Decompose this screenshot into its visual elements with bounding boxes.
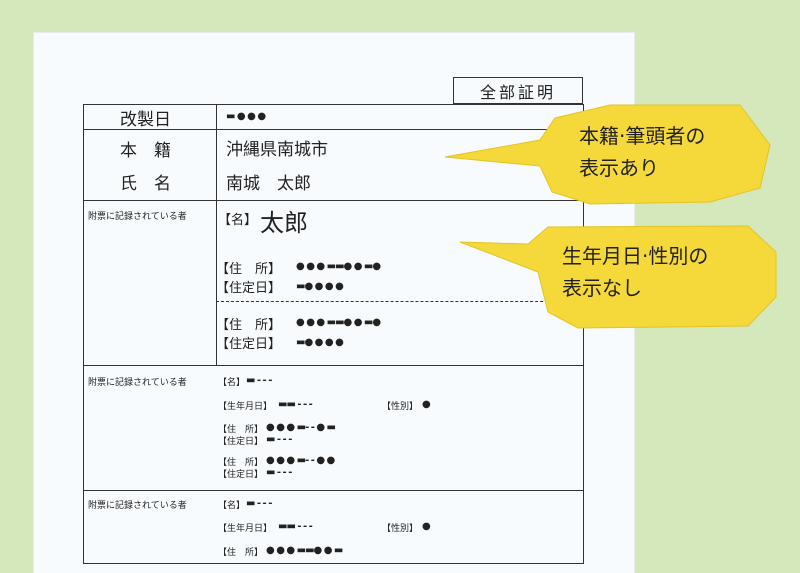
row-divider bbox=[84, 490, 583, 491]
person1-name-label: 【名】 bbox=[218, 213, 258, 228]
person3-address-label: 【住 所】 bbox=[218, 548, 264, 558]
person2-name-value: ▬ ‐ ‐ ‐ bbox=[246, 375, 272, 386]
revision-date-label: 改製日 bbox=[120, 110, 171, 130]
callout-bottom-line1: 生年月日·性別の bbox=[562, 244, 709, 268]
honseki-label: 本 籍 bbox=[120, 141, 171, 161]
person2-date2-label: 【住定日】 bbox=[218, 470, 264, 480]
callout-text-bottom: 生年月日·性別の 表示なし bbox=[562, 240, 708, 304]
person1-address2-value: ● ● ● ▬▬● ● ▬● bbox=[296, 317, 381, 328]
person2-address-value: ● ● ● ▬‐ ‐ ● ▬ bbox=[266, 422, 336, 433]
person2-date-value: ▬ ‐ ‐ ‐ bbox=[266, 434, 292, 445]
person2-birth-value: ▬▬ ‐ ‐ ‐ bbox=[278, 399, 313, 410]
certificate-type-label: 全部証明 bbox=[479, 82, 556, 102]
person3-birth-value: ▬▬ ‐ ‐ ‐ bbox=[278, 521, 313, 532]
person1-date2-value: ▬● ● ● ● bbox=[296, 337, 344, 348]
person3-sex-value: ● bbox=[422, 521, 431, 532]
callout-top-line2: 表示あり bbox=[579, 156, 659, 180]
person3-address-value: ● ● ● ▬▬● ● ▬ bbox=[266, 545, 343, 556]
fuhyo-person-label: 附票に記録されている者 bbox=[88, 378, 187, 388]
person2-birth-label: 【生年月日】 bbox=[218, 402, 273, 412]
person2-date2-value: ▬ ‐ ‐ ‐ bbox=[266, 467, 292, 478]
person1-address-value: ● ● ● ▬▬● ● ▬● bbox=[296, 261, 381, 272]
person2-address2-value: ● ● ● ▬‐ ‐ ● ● bbox=[266, 455, 335, 466]
person2-sex-value: ● bbox=[422, 399, 431, 410]
person2-sex-label: 【性別】 bbox=[382, 402, 419, 412]
person2-name-label: 【名】 bbox=[218, 378, 246, 388]
callout-top-line1: 本籍·筆頭者の bbox=[579, 124, 706, 148]
head-name-value: 南城 太郎 bbox=[226, 174, 311, 194]
person1-date2-label: 【住定日】 bbox=[216, 337, 282, 352]
person3-name-label: 【名】 bbox=[218, 501, 246, 511]
person1-date-label: 【住定日】 bbox=[216, 281, 282, 296]
fuhyo-person-label: 附票に記録されている者 bbox=[88, 212, 187, 222]
honseki-value: 沖縄県南城市 bbox=[226, 140, 328, 160]
fuhyo-person-label: 附票に記録されている者 bbox=[88, 501, 187, 511]
callout-bottom-line2: 表示なし bbox=[562, 276, 642, 300]
row-divider bbox=[84, 365, 583, 366]
person3-birth-label: 【生年月日】 bbox=[218, 524, 273, 534]
person3-name-value: ▬ ‐ ‐ ‐ bbox=[246, 498, 272, 509]
person3-sex-label: 【性別】 bbox=[382, 524, 419, 534]
revision-date-value: ▬ ● ● ● bbox=[226, 111, 266, 122]
callout-text-top: 本籍·筆頭者の 表示あり bbox=[579, 120, 705, 184]
person1-address-label: 【住 所】 bbox=[216, 262, 282, 277]
person2-date-label: 【住定日】 bbox=[218, 437, 264, 447]
head-name-label: 氏 名 bbox=[120, 174, 171, 194]
person1-name-value: 太郎 bbox=[260, 209, 308, 237]
person1-address2-label: 【住 所】 bbox=[216, 318, 282, 333]
person1-date-value: ▬● ● ● ● bbox=[296, 281, 344, 292]
